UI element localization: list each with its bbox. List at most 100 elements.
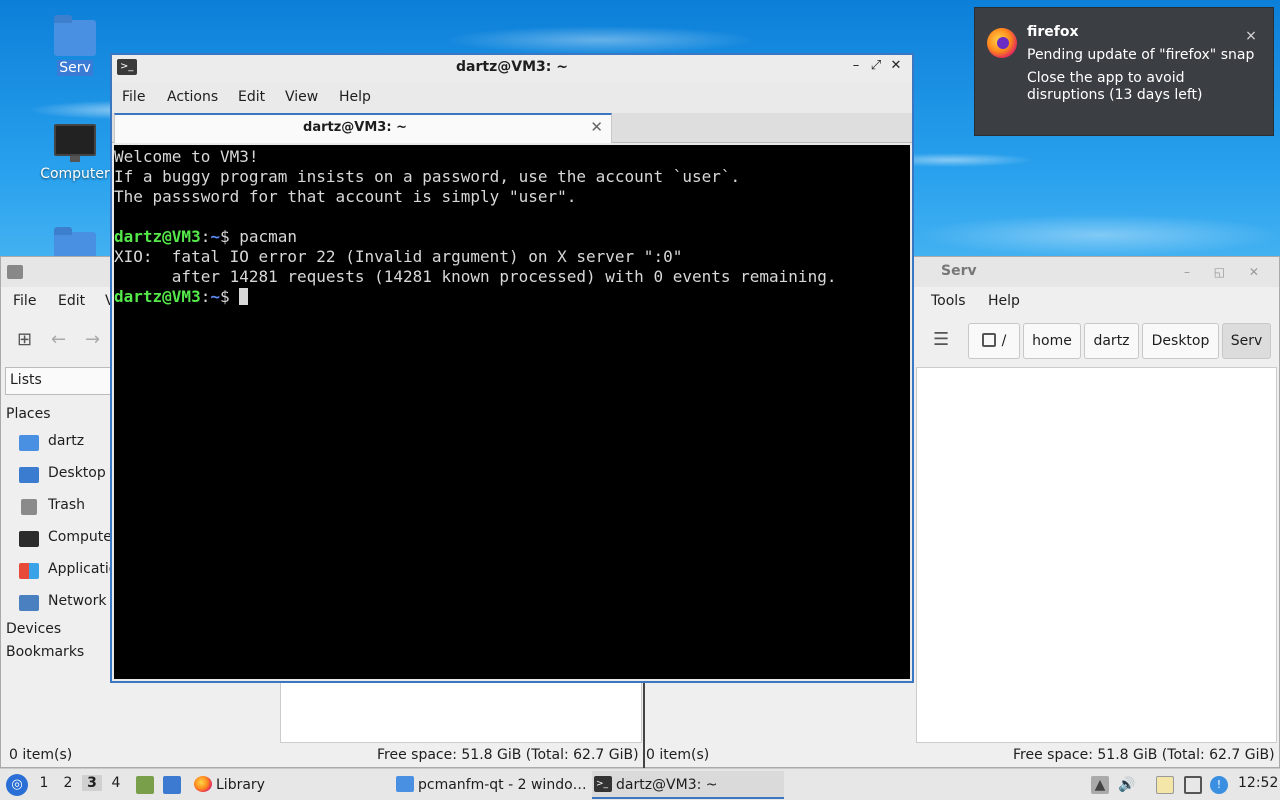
clipboard-icon[interactable] — [1156, 776, 1174, 794]
maximize-icon[interactable]: ⤢ — [866, 58, 886, 73]
menu-help[interactable]: Help — [988, 293, 1020, 309]
new-tab-icon[interactable]: ⊞ — [17, 329, 32, 350]
menubar: File Actions Edit View Help — [112, 83, 912, 111]
close-icon[interactable]: ✕ — [886, 58, 906, 73]
menu-file[interactable]: File — [13, 293, 36, 309]
firefox-icon — [194, 776, 212, 792]
status-free-space: Free space: 51.8 GiB (Total: 62.7 GiB) — [1013, 747, 1275, 763]
menu-help[interactable]: Help — [339, 89, 371, 105]
prompt-dollar: $ — [219, 287, 240, 306]
minimize-icon[interactable]: – — [846, 58, 866, 73]
prompt-user: dartz@VM3 — [114, 227, 201, 246]
terminal-line: Welcome to VM3! — [114, 147, 259, 166]
desktop-icon — [19, 467, 39, 483]
folder-icon — [396, 776, 414, 792]
folder-icon — [7, 265, 23, 279]
window-controls[interactable]: – ◱ ✕ — [1184, 265, 1269, 279]
clock[interactable]: 12:52 — [1238, 775, 1278, 791]
terminal-tabbar: dartz@VM3: ~ ✕ — [112, 113, 912, 143]
menu-edit[interactable]: Edit — [238, 89, 265, 105]
task-library[interactable]: Library — [192, 771, 382, 799]
prompt-path: ~ — [210, 287, 220, 306]
applications-icon — [19, 563, 39, 579]
terminal-icon: >_ — [594, 776, 612, 792]
notification-popup[interactable]: firefox × Pending update of "firefox" sn… — [974, 7, 1274, 136]
desktop-icon-computer[interactable]: Computer — [35, 124, 115, 182]
task-label: dartz@VM3: ~ — [616, 777, 718, 793]
desktop-icon-label: Serv — [57, 60, 93, 76]
list-view-icon[interactable]: ☰ — [933, 329, 949, 350]
forward-arrow-icon[interactable]: → — [85, 329, 100, 350]
computer-icon — [54, 124, 96, 162]
prompt-line: dartz@VM3:~$ pacman — [114, 227, 910, 247]
workspace-2[interactable]: 2 — [58, 775, 78, 791]
task-terminal[interactable]: >_ dartz@VM3: ~ — [592, 771, 784, 799]
terminal-tab[interactable]: dartz@VM3: ~ ✕ — [114, 113, 612, 143]
pane-divider[interactable] — [643, 681, 645, 769]
terminal-line: The passsword for that account is simply… — [114, 187, 577, 206]
menu-file[interactable]: File — [122, 89, 145, 105]
start-menu-icon[interactable]: ◎ — [6, 774, 28, 796]
workspace-3[interactable]: 3 — [82, 775, 102, 791]
notification-body: Pending update of "firefox" snap Close t… — [1027, 47, 1257, 104]
trash-icon — [21, 499, 37, 515]
file-list-pane-left[interactable] — [280, 681, 642, 743]
update-notifier-icon[interactable]: ! — [1210, 776, 1228, 794]
desktop-icon-serv[interactable]: Serv — [35, 15, 115, 76]
prompt-dollar: $ — [219, 227, 240, 246]
desktop-icon-label: Computer — [40, 166, 110, 182]
workspace-1[interactable]: 1 — [34, 775, 54, 791]
close-icon[interactable]: × — [1241, 26, 1261, 46]
prompt-line: dartz@VM3:~$ — [114, 287, 910, 307]
task-label: Library — [216, 777, 265, 793]
prompt-user: dartz@VM3 — [114, 287, 201, 306]
path-segment-dartz[interactable]: dartz — [1084, 323, 1139, 359]
network-folder-icon — [19, 595, 39, 611]
notification-line: Close the app to avoid disruptions (13 d… — [1027, 70, 1203, 103]
path-segment-desktop[interactable]: Desktop — [1142, 323, 1219, 359]
home-folder-icon — [19, 435, 39, 451]
path-segment-serv[interactable]: Serv — [1222, 323, 1271, 359]
notification-app-name: firefox — [1027, 24, 1079, 40]
window-title: dartz@VM3: ~ — [456, 59, 568, 75]
sidebar-mode-select[interactable]: Lists — [5, 367, 111, 395]
eject-icon[interactable]: ▲ — [1091, 776, 1109, 794]
menu-actions[interactable]: Actions — [167, 89, 218, 105]
status-free-space: Free space: 51.8 GiB (Total: 62.7 GiB) — [377, 747, 639, 763]
text-cursor — [239, 288, 249, 305]
task-pcmanfm[interactable]: pcmanfm-qt - 2 windo… — [394, 771, 586, 799]
terminal-titlebar[interactable]: >_ dartz@VM3: ~ – ⤢ ✕ — [112, 55, 912, 81]
command-text: pacman — [239, 227, 298, 246]
notification-line: Pending update of "firefox" snap — [1027, 47, 1255, 63]
path-segment-home[interactable]: home — [1023, 323, 1081, 359]
menu-view[interactable]: View — [285, 89, 318, 105]
network-icon[interactable] — [1184, 776, 1202, 794]
file-list-pane-right[interactable] — [916, 367, 1277, 743]
bookmarks-heading[interactable]: Bookmarks — [6, 644, 84, 660]
window-title: Serv — [941, 263, 977, 279]
terminal-window: >_ dartz@VM3: ~ – ⤢ ✕ File Actions Edit Vi… — [110, 53, 914, 683]
firefox-icon — [987, 28, 1017, 58]
back-arrow-icon[interactable]: ← — [51, 329, 66, 350]
prompt-separator: : — [200, 227, 211, 246]
volume-icon[interactable]: 🔊 — [1118, 776, 1136, 794]
prompt-separator: : — [200, 287, 211, 306]
close-icon[interactable]: ✕ — [590, 118, 603, 136]
path-root-button[interactable]: / — [968, 323, 1020, 359]
places-heading[interactable]: Places — [6, 406, 51, 422]
terminal-line: If a buggy program insists on a password… — [114, 167, 741, 186]
status-item-count: 0 item(s) — [646, 747, 710, 763]
file-manager-launcher-icon[interactable] — [136, 776, 154, 794]
computer-icon — [19, 531, 39, 547]
menu-tools[interactable]: Tools — [931, 293, 966, 309]
terminal-output[interactable]: Welcome to VM3! If a buggy program insist… — [114, 145, 910, 679]
tab-label: dartz@VM3: ~ — [303, 120, 407, 135]
drive-icon — [981, 333, 996, 347]
menu-edit[interactable]: Edit — [58, 293, 85, 309]
workspace-4[interactable]: 4 — [106, 775, 126, 791]
prompt-path: ~ — [210, 227, 220, 246]
desktop-launcher-icon[interactable] — [163, 776, 181, 794]
devices-heading[interactable]: Devices — [6, 621, 61, 637]
terminal-line: XIO: fatal IO error 22 (Invalid argument… — [114, 247, 683, 266]
